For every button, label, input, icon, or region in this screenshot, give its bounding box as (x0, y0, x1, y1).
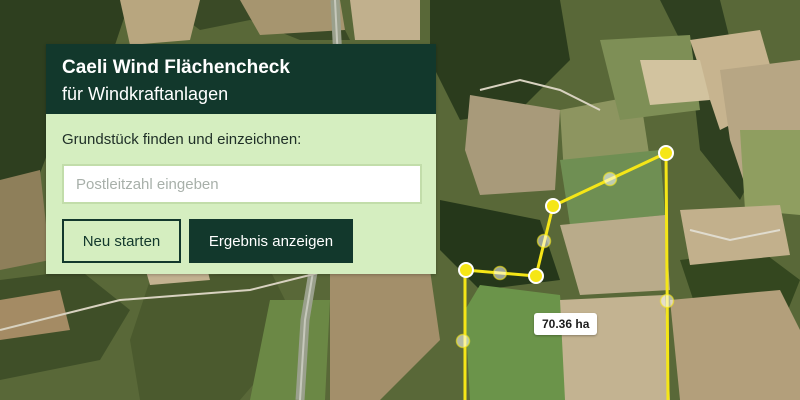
flaechencheck-panel: Caeli Wind Flächencheck für Windkraftanl… (46, 44, 436, 274)
area-size-label: 70.36 ha (534, 313, 598, 335)
show-result-button[interactable]: Ergebnis anzeigen (189, 219, 353, 263)
action-buttons: Neu starten Ergebnis anzeigen (62, 219, 422, 263)
postal-code-input[interactable] (62, 164, 422, 204)
panel-subtitle: für Windkraftanlagen (62, 84, 229, 104)
panel-title: Caeli Wind Flächencheck (62, 57, 290, 78)
restart-button[interactable]: Neu starten (62, 219, 181, 263)
panel-header: Caeli Wind Flächencheck für Windkraftanl… (46, 44, 436, 114)
search-prompt-label: Grundstück finden und einzeichnen: (62, 131, 302, 148)
panel-body: Grundstück finden und einzeichnen: Neu s… (46, 114, 436, 263)
